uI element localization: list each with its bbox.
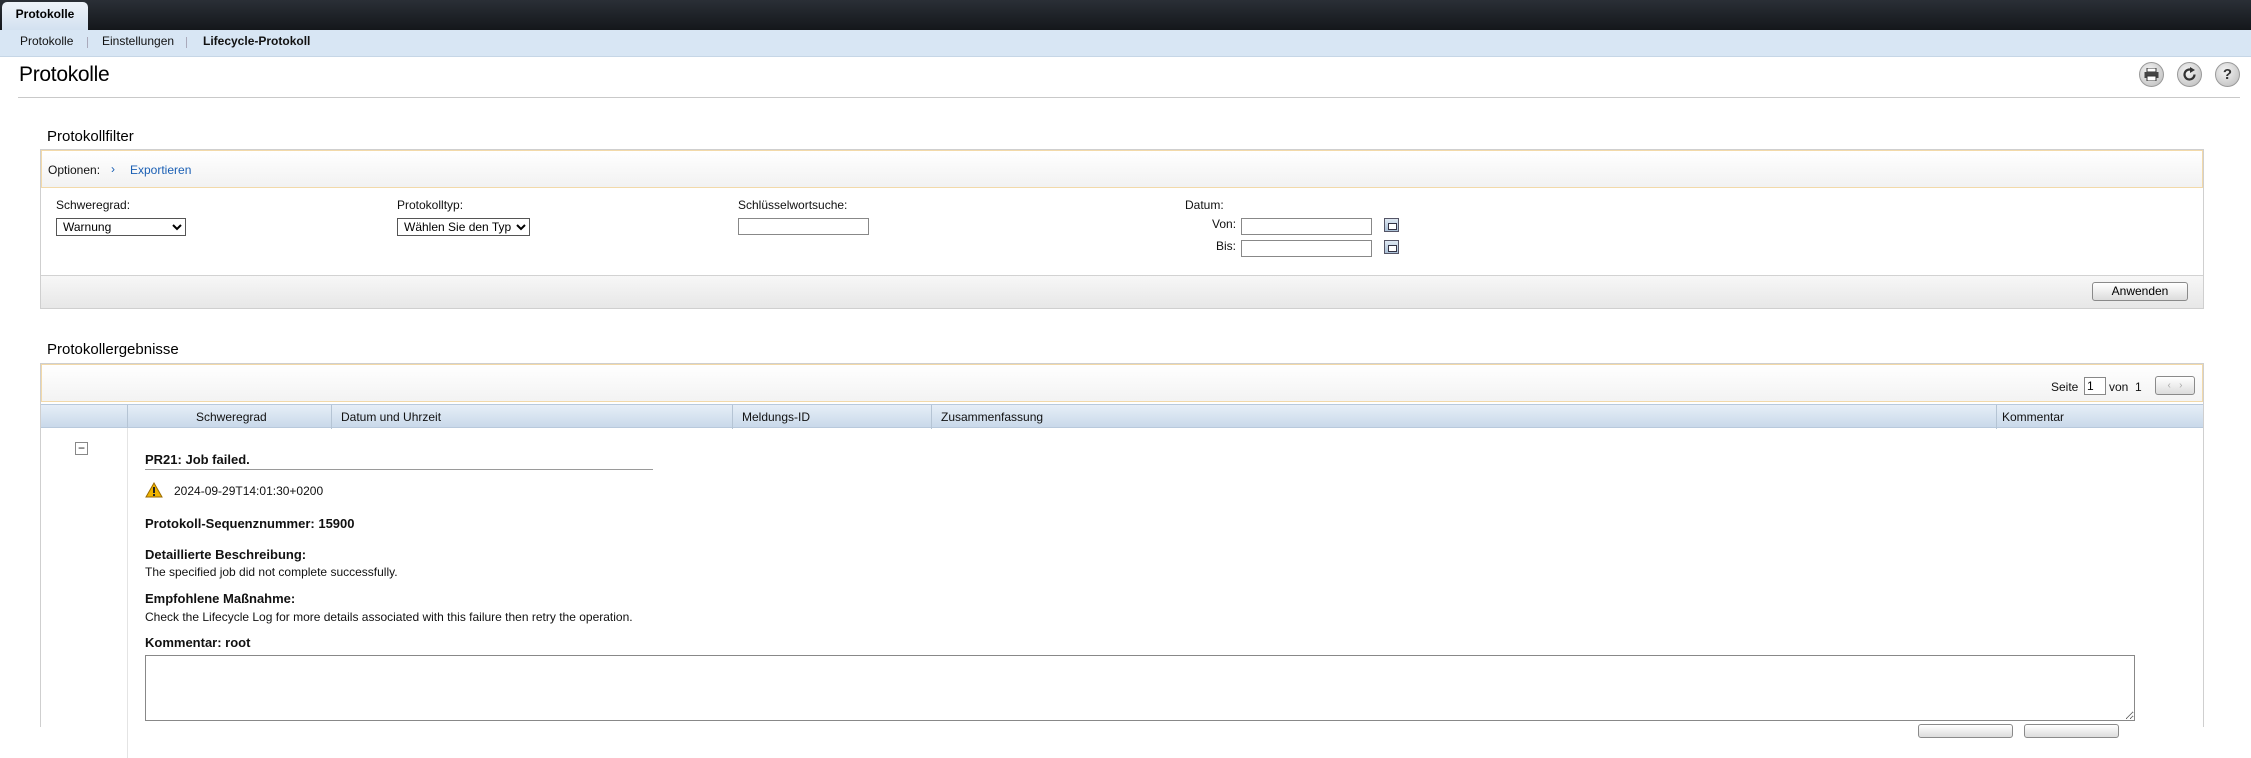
tab-protokolle[interactable]: Protokolle	[2, 2, 88, 30]
date-to-input[interactable]	[1241, 240, 1372, 257]
column-severity[interactable]: Schweregrad	[196, 410, 267, 424]
chevron-right-icon: ›	[111, 162, 115, 176]
help-icon: ?	[2222, 66, 2233, 83]
log-type-label: Protokolltyp:	[397, 198, 464, 212]
collapse-toggle[interactable]: −	[75, 442, 88, 455]
subnav-separator	[186, 37, 187, 48]
column-message-id[interactable]: Meldungs-ID	[742, 410, 810, 424]
column-comment[interactable]: Kommentar	[2002, 410, 2064, 424]
print-button[interactable]	[2139, 62, 2164, 87]
sub-navigation: Protokolle Einstellungen Lifecycle-Proto…	[0, 30, 2251, 57]
entry-heading-rule	[145, 469, 653, 470]
to-label: Bis:	[1216, 239, 1237, 253]
pager-prev-next-buttons[interactable]: ‹ ›	[2155, 376, 2195, 395]
comment-label: Kommentar: root	[145, 635, 251, 650]
calendar-icon[interactable]	[1384, 240, 1399, 254]
subnav-item-einstellungen[interactable]: Einstellungen	[102, 30, 174, 53]
column-divider	[732, 405, 733, 429]
page-label: Seite	[2051, 380, 2079, 394]
sequence-number: Protokoll-Sequenznummer: 15900	[145, 516, 355, 531]
page-title: Protokolle	[19, 63, 110, 86]
options-bar: Optionen: › Exportieren	[41, 150, 2203, 188]
filter-footer: Anwenden	[41, 275, 2203, 308]
warning-icon	[145, 482, 163, 498]
help-button[interactable]: ?	[2215, 62, 2240, 87]
page-number-input[interactable]	[2084, 377, 2106, 395]
of-label: von	[2109, 380, 2129, 394]
entry-heading: PR21: Job failed.	[145, 452, 250, 467]
recommended-action-label: Empfohlene Maßnahme:	[145, 591, 296, 606]
description-label: Detaillierte Beschreibung:	[145, 547, 307, 562]
subnav-item-protokolle[interactable]: Protokolle	[20, 30, 73, 53]
column-datetime[interactable]: Datum und Uhrzeit	[341, 410, 441, 424]
calendar-icon[interactable]	[1384, 218, 1399, 232]
comment-textarea[interactable]	[145, 655, 2135, 721]
severity-label: Schweregrad:	[56, 198, 131, 212]
refresh-button[interactable]	[2177, 62, 2202, 87]
log-entry-detail: PR21: Job failed. 2024-09-29T14:01:30+02…	[127, 428, 2205, 758]
description-text: The specified job did not complete succe…	[145, 565, 398, 579]
refresh-icon	[2183, 67, 2196, 81]
comment-action-button[interactable]	[1918, 724, 2013, 738]
entry-timestamp: 2024-09-29T14:01:30+0200	[174, 484, 324, 498]
title-divider	[18, 97, 2240, 98]
log-type-select[interactable]: Wählen Sie den Typ	[397, 218, 530, 236]
comment-action-button[interactable]	[2024, 724, 2119, 738]
export-link[interactable]: Exportieren	[130, 163, 191, 177]
column-divider	[931, 405, 932, 429]
subnav-separator	[87, 37, 88, 48]
recommended-action-text: Check the Lifecycle Log for more details…	[145, 610, 633, 624]
subnav-item-lifecycle-protokoll[interactable]: Lifecycle-Protokoll	[203, 30, 310, 53]
date-label: Datum:	[1185, 198, 1224, 212]
keyword-input[interactable]	[738, 218, 869, 235]
severity-select[interactable]: Warnung	[56, 218, 186, 236]
results-panel: Seite von 1 ‹ › Schweregrad Datum und Uh…	[40, 363, 2204, 758]
results-section-title: Protokollergebnisse	[47, 341, 179, 358]
top-bar: Protokolle	[0, 0, 2251, 30]
print-icon	[2144, 68, 2159, 81]
date-from-input[interactable]	[1241, 218, 1372, 235]
keyword-label: Schlüsselwortsuche:	[738, 198, 848, 212]
pagination-bar: Seite von 1 ‹ ›	[41, 364, 2203, 402]
column-divider	[331, 405, 332, 429]
results-table-header: Schweregrad Datum und Uhrzeit Meldungs-I…	[41, 404, 2203, 429]
options-label: Optionen:	[48, 163, 101, 177]
apply-button[interactable]: Anwenden	[2092, 282, 2188, 301]
column-divider	[127, 405, 128, 429]
total-pages: 1	[2135, 380, 2142, 394]
filter-section-title: Protokollfilter	[47, 128, 134, 145]
column-divider	[1996, 405, 1997, 429]
from-label: Von:	[1212, 217, 1237, 231]
filter-panel: Optionen: › Exportieren Schweregrad: War…	[40, 149, 2204, 309]
column-summary[interactable]: Zusammenfassung	[941, 410, 1043, 424]
